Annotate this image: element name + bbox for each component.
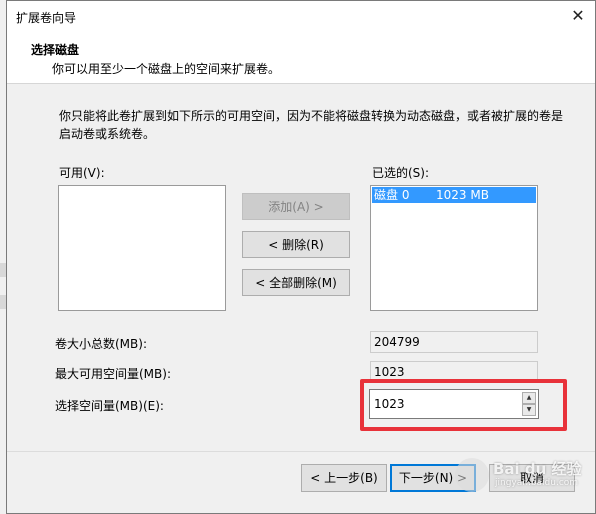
window-title: 扩展卷向导 (16, 11, 77, 25)
available-label: 可用(V): (59, 166, 105, 180)
back-button[interactable]: < 上一步(B) (301, 464, 387, 492)
wizard-header: 选择磁盘 你可以用至少一个磁盘上的空间来扩展卷。 (7, 32, 595, 84)
total-size-value: 204799 (370, 331, 538, 353)
title-bar: 扩展卷向导 ✕ (7, 1, 595, 32)
remove-all-button[interactable]: < 全部删除(M) (242, 269, 350, 296)
disk-name: 磁盘 0 (374, 188, 410, 202)
select-space-label: 选择空间量(MB)(E): (55, 399, 164, 413)
selected-listbox[interactable]: 磁盘 0 1023 MB (370, 185, 538, 311)
selected-label: 已选的(S): (372, 166, 430, 180)
paw-logo-icon (455, 458, 489, 492)
available-listbox[interactable] (58, 185, 226, 311)
close-icon[interactable]: ✕ (567, 5, 589, 27)
page-title: 选择磁盘 (31, 43, 80, 57)
list-item[interactable]: 磁盘 0 1023 MB (372, 187, 536, 203)
watermark-url: jingyan.baidu.com (495, 478, 579, 488)
max-space-label: 最大可用空间量(MB): (55, 367, 171, 381)
page-subtitle: 你可以用至少一个磁盘上的空间来扩展卷。 (52, 62, 281, 76)
watermark-brand: Bai du 经验 (493, 460, 582, 478)
annotation-highlight-box (360, 379, 567, 431)
total-size-label: 卷大小总数(MB): (55, 337, 147, 351)
footer-divider (7, 451, 595, 452)
disk-size: 1023 MB (436, 188, 489, 202)
add-button[interactable]: 添加(A) > (242, 193, 350, 220)
description-text: 你只能将此卷扩展到如下所示的可用空间，因为不能将磁盘转换为动态磁盘，或者被扩展的… (59, 109, 564, 141)
remove-button[interactable]: < 删除(R) (242, 231, 350, 258)
baidu-watermark: Bai du 经验 jingyan.baidu.com (455, 456, 595, 496)
extend-volume-wizard-dialog: 扩展卷向导 ✕ 选择磁盘 你可以用至少一个磁盘上的空间来扩展卷。 你只能将此卷扩… (6, 0, 596, 514)
